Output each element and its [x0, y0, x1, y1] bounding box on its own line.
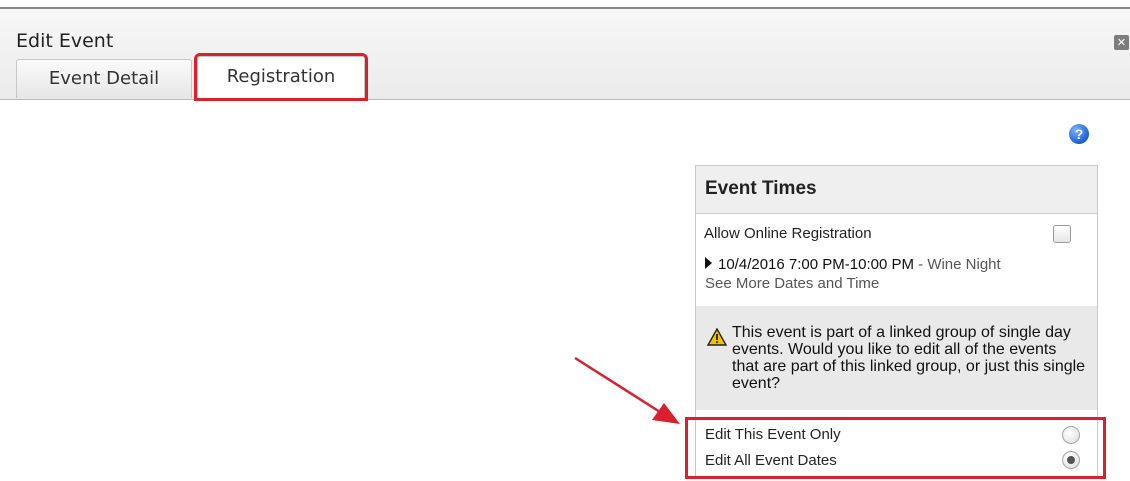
- tab-event-detail[interactable]: Event Detail: [16, 59, 192, 98]
- event-date-line[interactable]: 10/4/2016 7:00 PM-10:00 PM - Wine Night: [718, 256, 1001, 273]
- panel-title: Event Times: [705, 178, 817, 199]
- allow-online-registration-checkbox[interactable]: [1053, 225, 1071, 243]
- allow-online-registration-label: Allow Online Registration: [704, 225, 872, 242]
- edit-this-event-only-radio[interactable]: [1062, 426, 1080, 444]
- event-separator: -: [913, 256, 928, 273]
- close-icon[interactable]: ✕: [1114, 35, 1129, 50]
- warning-text: This event is part of a linked group of …: [732, 324, 1086, 392]
- edit-all-event-dates-label: Edit All Event Dates: [705, 452, 837, 469]
- dialog-title: Edit Event: [16, 30, 114, 52]
- panel-header: Event Times: [696, 166, 1097, 214]
- help-icon[interactable]: ?: [1069, 124, 1089, 144]
- tab-registration[interactable]: Registration: [194, 53, 368, 101]
- event-name: Wine Night: [927, 256, 1001, 273]
- expand-caret-icon[interactable]: [705, 257, 712, 269]
- red-arrow-annotation: [574, 356, 680, 424]
- edit-this-event-only-label: Edit This Event Only: [705, 426, 841, 443]
- edit-all-event-dates-radio[interactable]: [1062, 451, 1080, 469]
- edit-scope-options: Edit This Event Only Edit All Event Date…: [685, 417, 1106, 479]
- linked-group-warning: This event is part of a linked group of …: [696, 306, 1097, 410]
- event-datetime: 10/4/2016 7:00 PM-10:00 PM: [718, 256, 914, 273]
- radio-selected-dot: [1067, 456, 1075, 464]
- warning-icon: [707, 328, 727, 346]
- see-more-dates-link[interactable]: See More Dates and Time: [705, 275, 879, 292]
